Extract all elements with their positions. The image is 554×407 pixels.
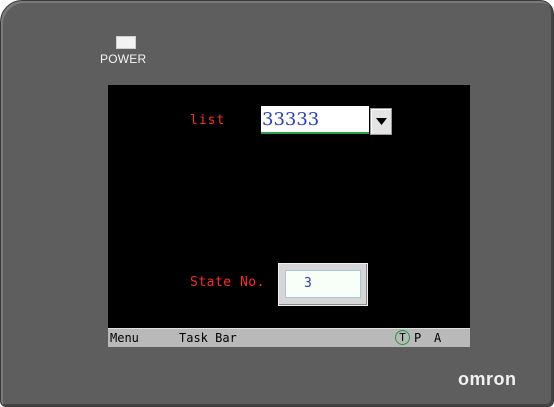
list-combobox-value[interactable]: 33333 — [261, 106, 369, 134]
taskbar-t-button[interactable]: T — [395, 330, 410, 345]
taskbar: Menu Task Bar T P A — [108, 328, 470, 347]
taskbar-task-bar-button[interactable]: Task Bar — [179, 330, 237, 346]
chevron-down-icon — [376, 118, 387, 125]
power-led-indicator — [116, 36, 136, 49]
state-number-label: State No. — [190, 275, 265, 290]
taskbar-menu-button[interactable]: Menu — [110, 330, 139, 346]
list-label: list — [190, 113, 226, 128]
state-number-display[interactable]: 3 — [278, 263, 368, 306]
taskbar-a-button[interactable]: A — [434, 330, 441, 346]
power-label: POWER — [100, 52, 147, 66]
list-dropdown-button[interactable] — [370, 108, 392, 135]
state-number-value: 3 — [285, 270, 361, 298]
taskbar-p-button[interactable]: P — [414, 330, 421, 346]
touch-screen[interactable]: list 33333 State No. 3 Menu Task Bar T P… — [108, 85, 470, 347]
omron-logo: omron — [458, 369, 517, 389]
hmi-device: POWER list 33333 State No. 3 Menu Task B… — [0, 0, 554, 407]
